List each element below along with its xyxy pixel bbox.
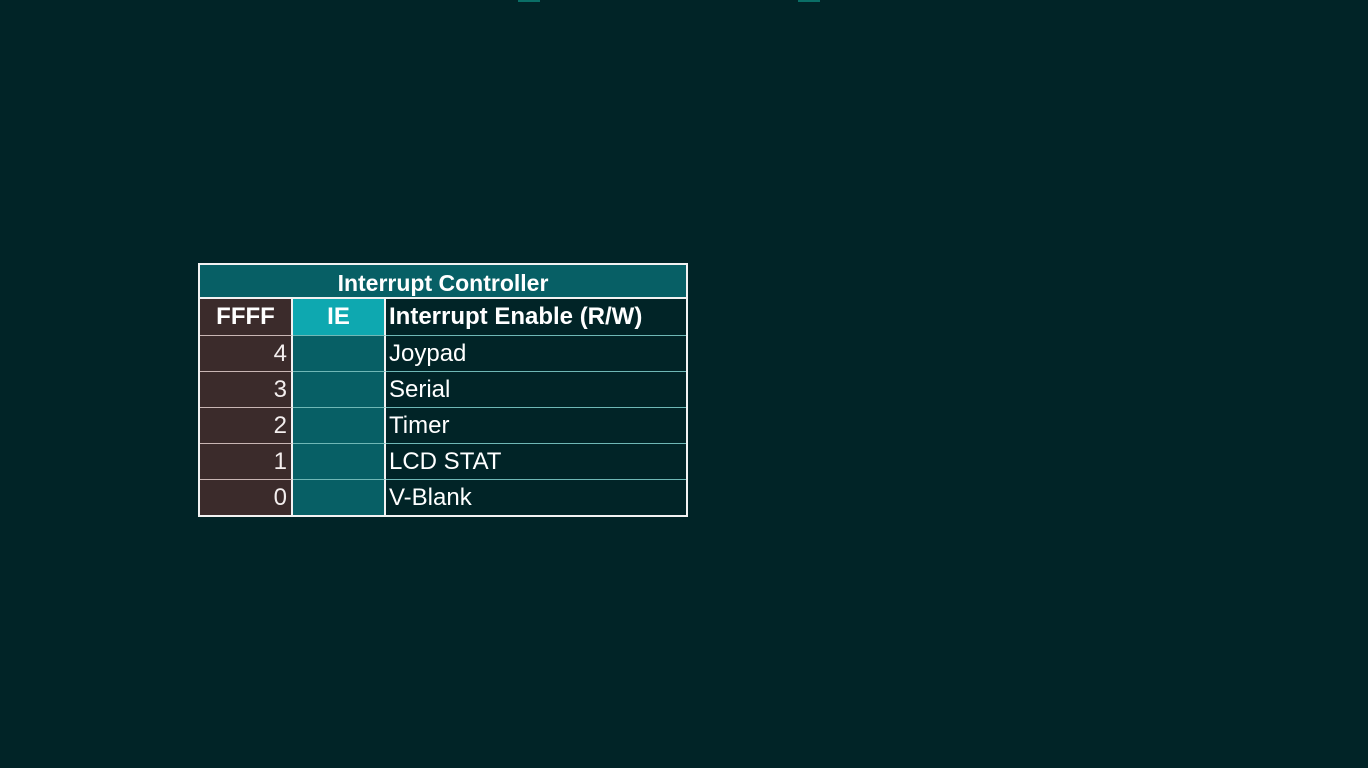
table-row: 0 V-Blank (200, 479, 686, 515)
ie-bit-cell (293, 335, 386, 371)
ie-bit-cell (293, 407, 386, 443)
table-row: 1 LCD STAT (200, 443, 686, 479)
address-header: FFFF (200, 299, 293, 335)
slide-canvas: Interrupt Controller FFFF IE Interrupt E… (0, 0, 1368, 768)
interrupt-controller-table: Interrupt Controller FFFF IE Interrupt E… (198, 263, 688, 517)
table-row: 4 Joypad (200, 335, 686, 371)
interrupt-label: LCD STAT (386, 443, 686, 479)
interrupt-label: Serial (386, 371, 686, 407)
ie-bit-cell (293, 371, 386, 407)
bit-number: 2 (200, 407, 293, 443)
top-marker-right (798, 0, 820, 2)
table-row: 2 Timer (200, 407, 686, 443)
interrupt-label: Joypad (386, 335, 686, 371)
interrupt-label: Timer (386, 407, 686, 443)
bit-number: 4 (200, 335, 293, 371)
interrupt-label: V-Blank (386, 479, 686, 515)
bit-number: 1 (200, 443, 293, 479)
top-marker-left (518, 0, 540, 2)
table-header-row: FFFF IE Interrupt Enable (R/W) (200, 299, 686, 335)
ie-bit-cell (293, 443, 386, 479)
table-row: 3 Serial (200, 371, 686, 407)
register-header: IE (293, 299, 386, 335)
ie-bit-cell (293, 479, 386, 515)
table-title: Interrupt Controller (200, 265, 686, 299)
bit-number: 3 (200, 371, 293, 407)
bit-number: 0 (200, 479, 293, 515)
description-header: Interrupt Enable (R/W) (389, 303, 643, 330)
